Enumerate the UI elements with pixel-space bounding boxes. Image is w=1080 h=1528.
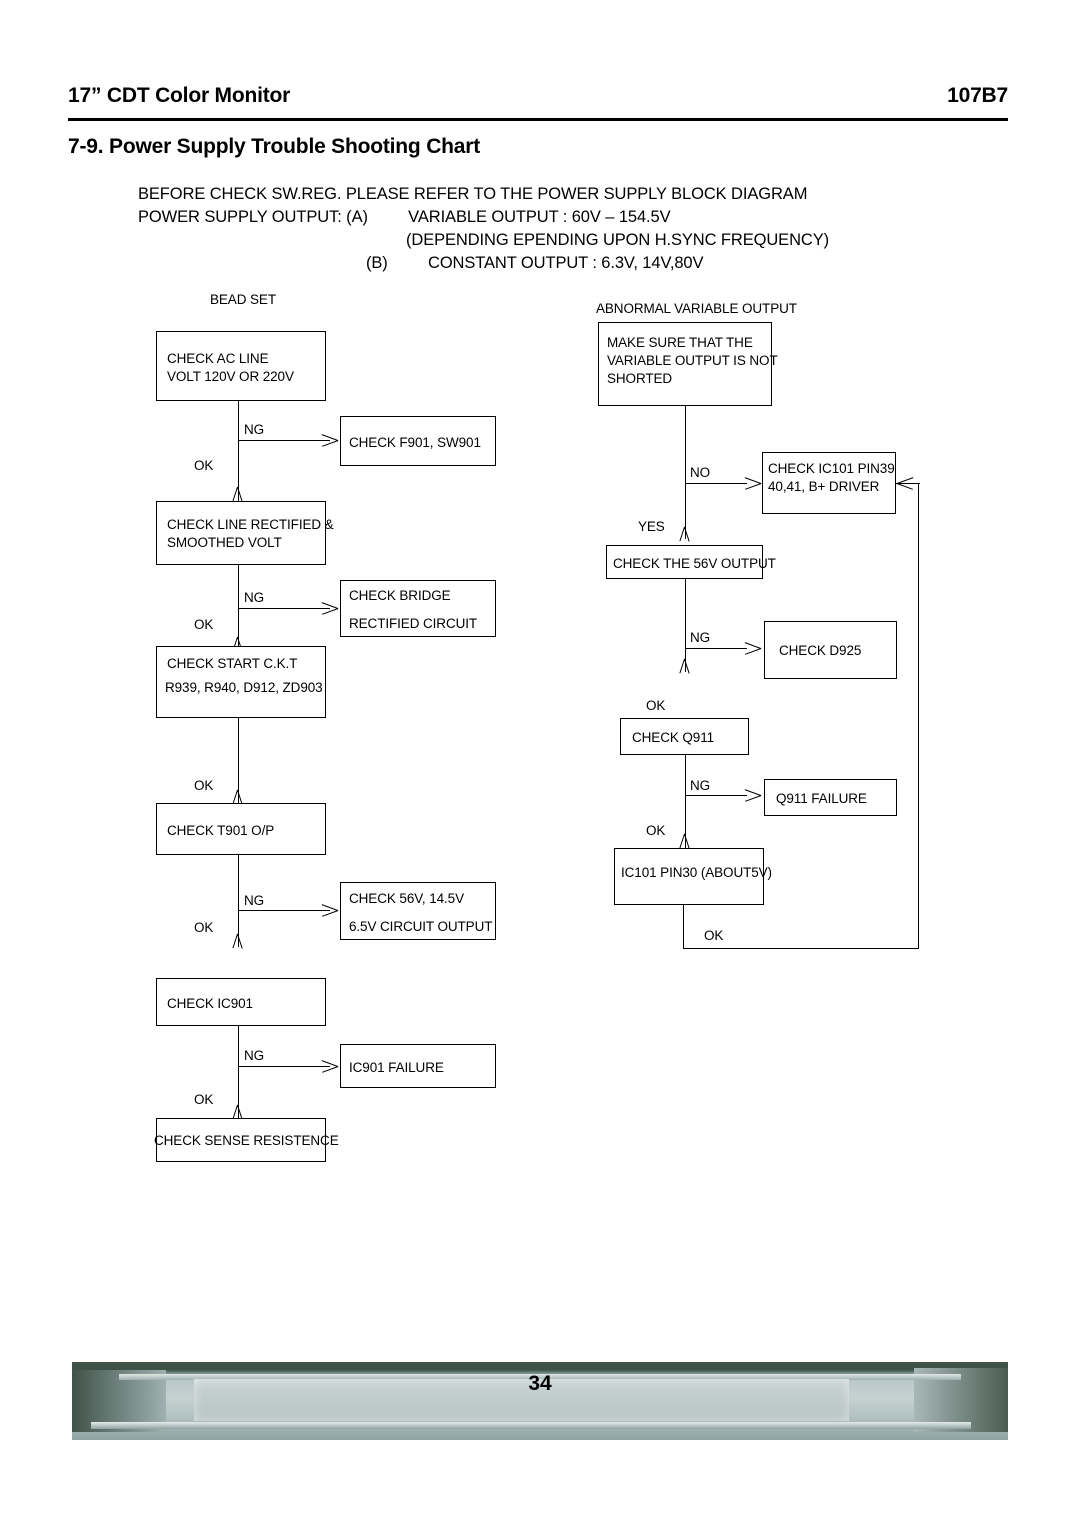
intro-line-2: POWER SUPPLY OUTPUT: (A) VARIABLE OUTPUT … [138,206,938,229]
left-flow-caption: BEAD SET [210,292,276,307]
intro-variable-output: VARIABLE OUTPUT : 60V – 154.5V [408,208,671,226]
box-check-bridge-line1: CHECK BRIDGE [349,588,451,603]
box-check-bridge-line2: RECTIFIED CIRCUIT [349,616,478,631]
box-check-t901[interactable]: CHECK T901 O/P [156,803,326,855]
connector-ng-r2 [685,648,747,649]
header-title: 17” CDT Color Monitor [68,84,291,107]
connector-make-sure-down [685,406,686,539]
box-check-ic101-pin39-line1: CHECK IC101 PIN39 [768,461,895,476]
box-check-line-rectified-line2: SMOOTHED VOLT [167,535,282,550]
box-check-56v-output-line1: CHECK 56V, 14.5V [349,891,464,906]
box-check-sense-resistence-text: CHECK SENSE RESISTENCE [154,1133,339,1148]
box-ic901-failure[interactable]: IC901 FAILURE [340,1044,496,1088]
box-check-line-rectified-line1: CHECK LINE RECTIFIED & [167,517,334,532]
section-title: 7-9. Power Supply Trouble Shooting Chart [68,135,481,158]
label-ng-r3: NG [690,778,711,793]
label-ok-4: OK [194,920,214,935]
box-check-t901-text: CHECK T901 O/P [167,823,275,838]
label-ok-5: OK [194,1092,214,1107]
box-q911-failure-text: Q911 FAILURE [776,791,867,806]
box-make-sure-line2: VARIABLE OUTPUT IS NOT [607,353,778,368]
box-check-56v-output-line2: 6.5V CIRCUIT OUTPUT [349,919,493,934]
box-check-the-56v-output-text: CHECK THE 56V OUTPUT [613,556,776,571]
label-yes-1: YES [638,519,665,534]
intro-tag-a: (A) [346,208,368,226]
intro-line-4: (B) CONSTANT OUTPUT : 6.3V, 14V,80V [138,252,938,275]
box-check-start-ckt-line1: CHECK START C.K.T [167,656,298,671]
box-make-sure-line1: MAKE SURE THAT THE [607,335,753,350]
box-check-bridge[interactable]: CHECK BRIDGE RECTIFIED CIRCUIT [340,580,496,637]
label-ok-3: OK [194,778,214,793]
box-check-line-rectified[interactable]: CHECK LINE RECTIFIED & SMOOTHED VOLT [156,501,334,565]
intro-line-3: (DEPENDING EPENDING UPON H.SYNC FREQUENC… [406,231,830,249]
label-ng-5: NG [244,1048,265,1063]
box-check-ac-line[interactable]: CHECK AC LINE VOLT 120V OR 220V [156,331,326,401]
connector-ng-4 [238,910,330,911]
box-check-ic101-pin39[interactable]: CHECK IC101 PIN39 40,41, B+ DRIVER [762,452,896,514]
connector-ng-r3 [685,795,747,796]
label-ok-2: OK [194,617,214,632]
page-number: 34 [528,1372,552,1395]
box-check-ic101-pin39-line2: 40,41, B+ DRIVER [768,479,880,494]
footer-photo-bottom-rail [90,1422,971,1430]
label-ok-r3: OK [646,823,666,838]
box-ic901-failure-text: IC901 FAILURE [349,1060,444,1075]
right-flow-caption: ABNORMAL VARIABLE OUTPUT [596,301,797,316]
box-check-d925[interactable]: CHECK D925 [764,621,897,679]
label-ok-r2: OK [646,698,666,713]
label-no-1: NO [690,465,711,480]
box-check-q911-text: CHECK Q911 [632,730,715,745]
box-check-56v-output[interactable]: CHECK 56V, 14.5V 6.5V CIRCUIT OUTPUT [340,882,496,940]
header-model-number: 107B7 [947,84,1008,107]
box-ic101-pin30-text: IC101 PIN30 (ABOUT5V) [621,865,772,880]
connector-feedback-top [896,483,920,484]
label-ok-r4: OK [704,928,724,943]
intro-tag-b: (B) [366,254,388,272]
box-q911-failure[interactable]: Q911 FAILURE [764,779,897,816]
label-ng-2: NG [244,590,265,605]
label-ng-r2: NG [690,630,711,645]
label-ok-1: OK [194,458,214,473]
box-check-start-ckt[interactable]: CHECK START C.K.T R939, R940, D912, ZD90… [156,646,326,718]
connector-ng-2 [238,608,330,609]
connector-no-1 [685,483,747,484]
connector-feedback-bottom [683,948,919,949]
label-ng-1: NG [244,422,265,437]
box-check-ac-line-line1: CHECK AC LINE [167,351,269,366]
intro-constant-output: CONSTANT OUTPUT : 6.3V, 14V,80V [428,254,704,272]
box-check-f901-sw901-text: CHECK F901, SW901 [349,435,481,450]
box-check-f901-sw901[interactable]: CHECK F901, SW901 [340,416,496,466]
connector-ac-line-down [238,401,239,501]
box-make-sure-line3: SHORTED [607,371,673,386]
box-check-d925-text: CHECK D925 [779,643,862,658]
box-ic101-pin30[interactable]: IC101 PIN30 (ABOUT5V) [614,848,772,905]
connector-ng-5 [238,1066,330,1067]
connector-pin30-down [683,905,684,948]
box-make-sure-not-shorted[interactable]: MAKE SURE THAT THE VARIABLE OUTPUT IS NO… [598,322,778,406]
intro-line-1: BEFORE CHECK SW.REG. PLEASE REFER TO THE… [138,185,808,203]
box-check-sense-resistence[interactable]: CHECK SENSE RESISTENCE [154,1118,339,1162]
box-check-the-56v-output[interactable]: CHECK THE 56V OUTPUT [606,545,776,579]
box-check-ic901-text: CHECK IC901 [167,996,253,1011]
intro-output-label: POWER SUPPLY OUTPUT: [138,208,342,226]
box-check-start-ckt-line2: R939, R940, D912, ZD903 [165,680,323,695]
box-check-ic901[interactable]: CHECK IC901 [156,978,326,1026]
box-check-ac-line-line2: VOLT 120V OR 220V [167,369,294,384]
intro-text-block: BEFORE CHECK SW.REG. PLEASE REFER TO THE… [138,183,938,275]
box-check-q911[interactable]: CHECK Q911 [620,718,749,755]
connector-ng-1 [238,440,330,441]
connector-feedback-right [918,483,919,949]
page-header: 17” CDT Color Monitor 107B7 [68,84,1008,121]
label-ng-4: NG [244,893,265,908]
